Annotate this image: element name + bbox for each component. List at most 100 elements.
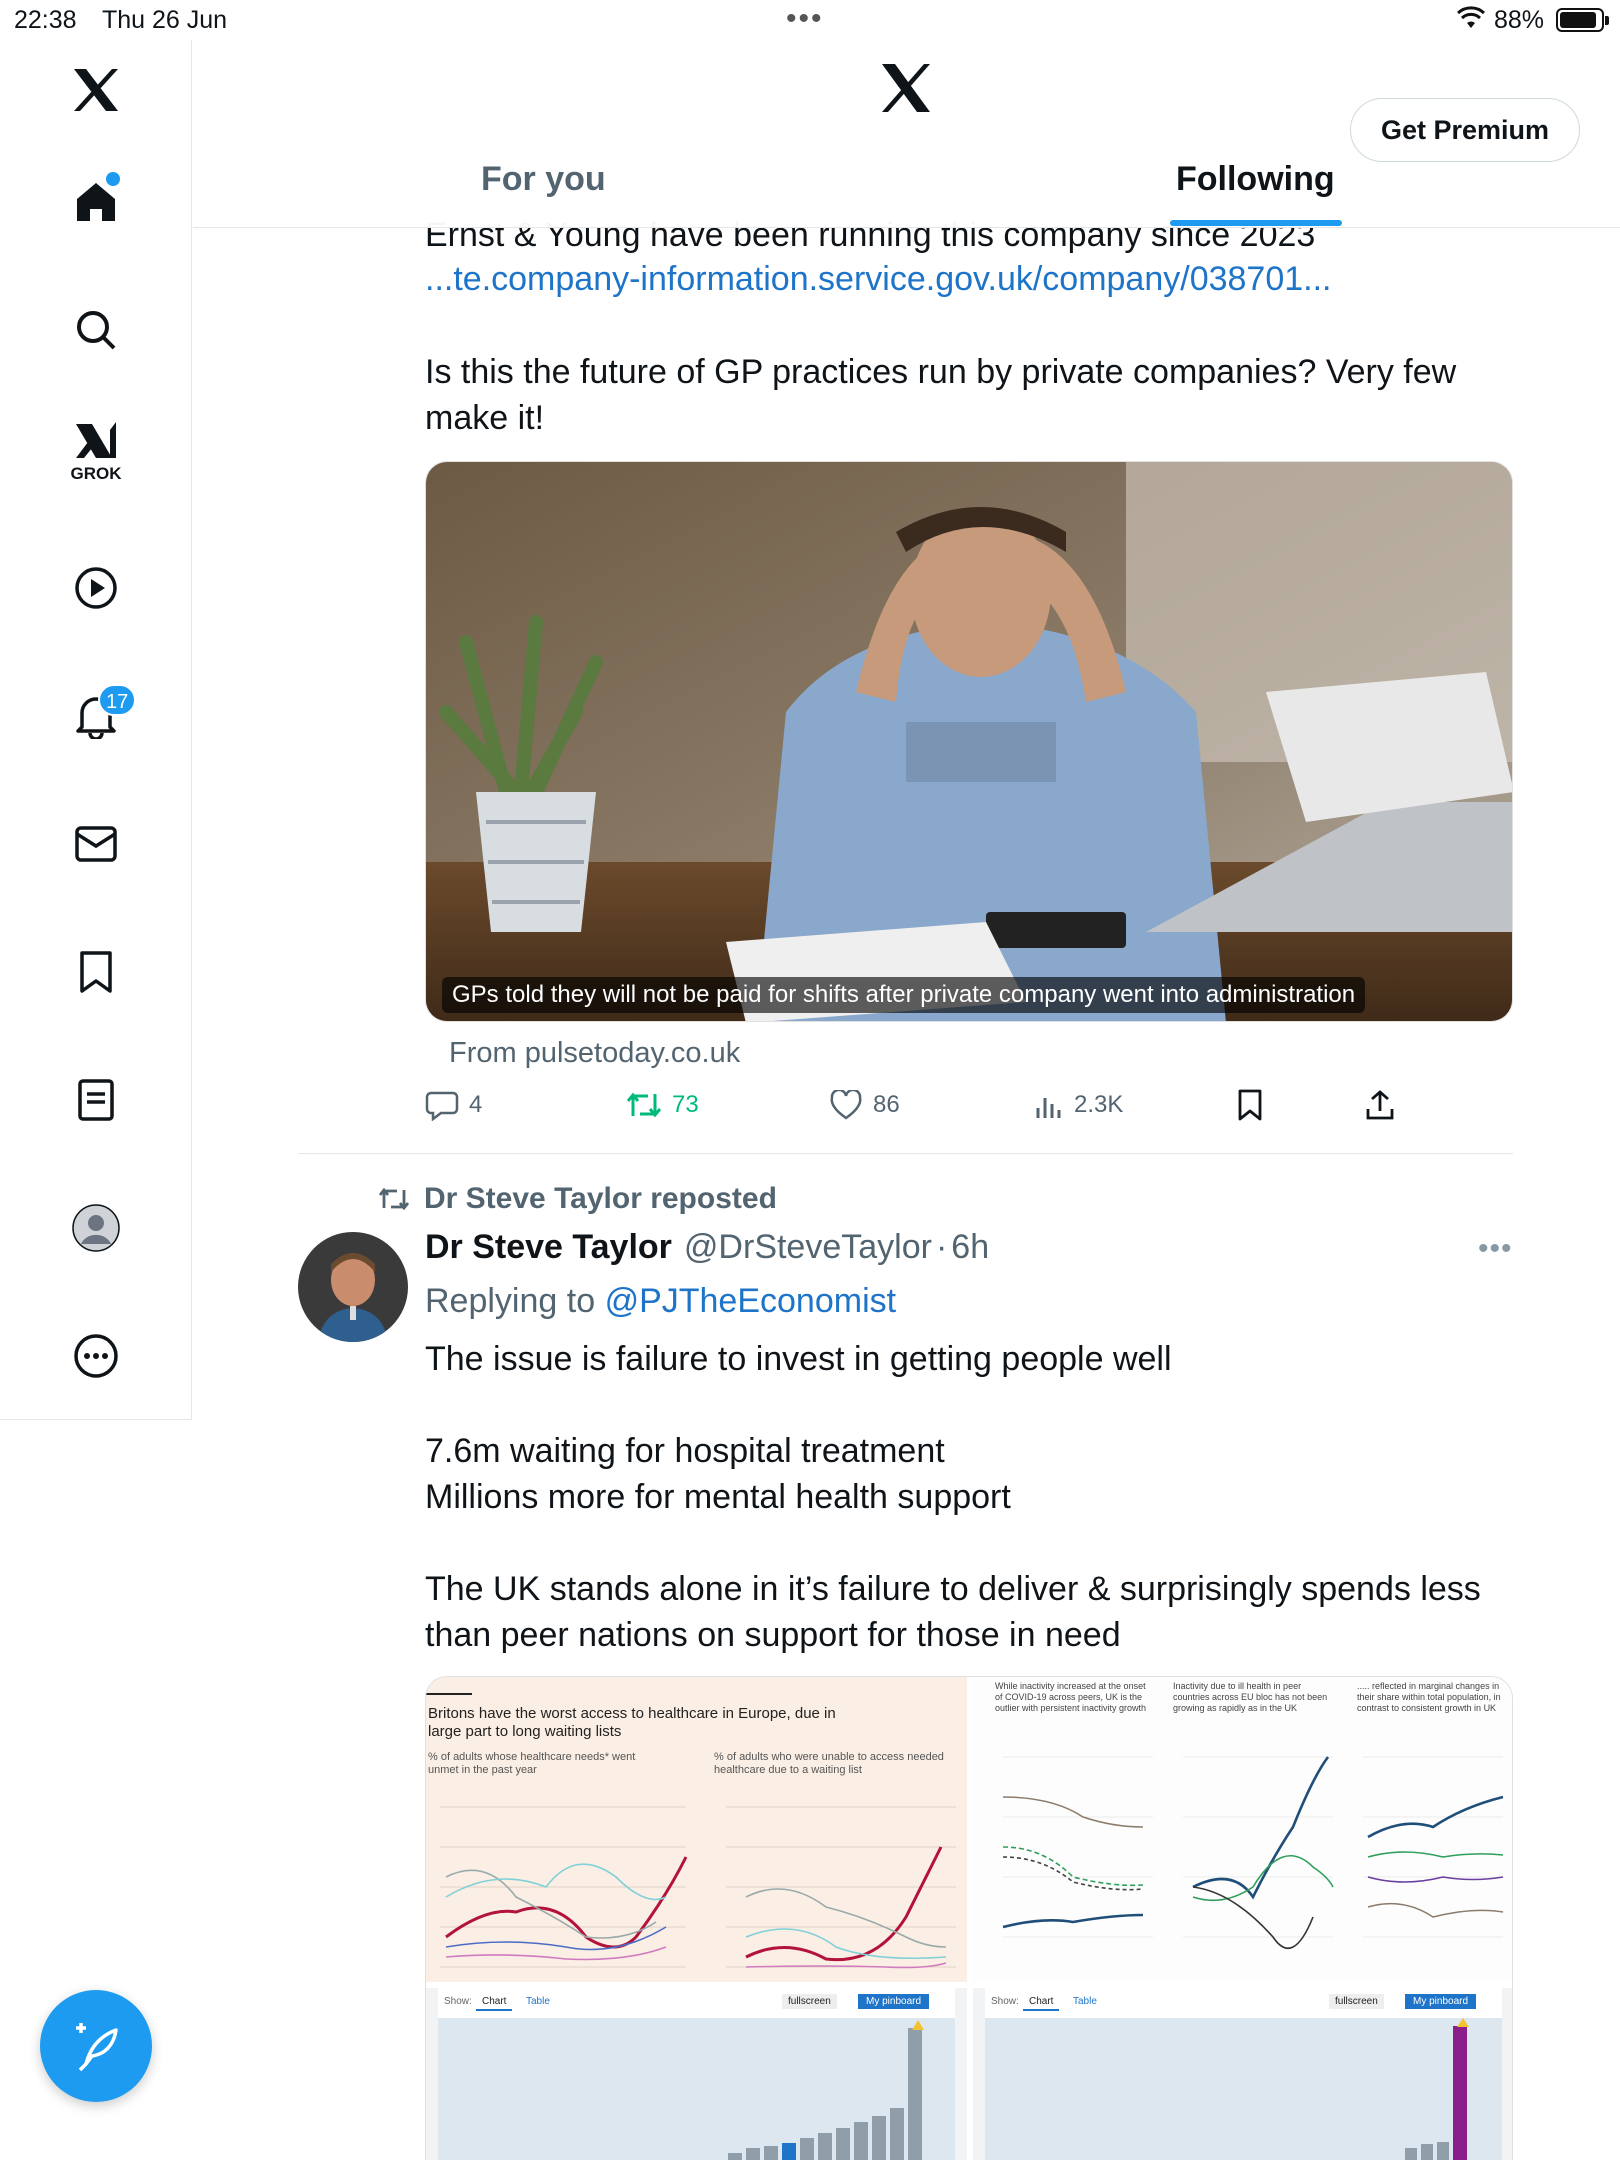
more-icon [74, 1334, 118, 1378]
wifi-icon [1456, 6, 1486, 37]
compose-feather-icon [76, 2023, 118, 2072]
repost-label: Dr Steve Taylor reposted [424, 1182, 777, 1215]
like-button[interactable]: 86 [829, 1085, 900, 1125]
views-icon [1036, 1098, 1061, 1118]
tweet2-line4: The UK stands alone in it’s failure to d… [425, 1570, 1481, 1608]
sidebar-item-search[interactable] [56, 290, 136, 370]
share-icon [1366, 1090, 1394, 1120]
bookmarks-icon [80, 951, 112, 993]
tweet-time[interactable]: 6h [951, 1228, 989, 1267]
notifications-badge: 17 [98, 684, 137, 716]
replying-to-line: Replying to @PJTheEconomist [425, 1278, 896, 1324]
reply-button[interactable]: 4 [425, 1085, 482, 1125]
battery-percent: 88% [1494, 6, 1545, 34]
status-bar: 22:38 Thu 26 Jun ••• 88% [0, 0, 1620, 40]
multitasking-dots-icon[interactable]: ••• [786, 2, 824, 36]
panel1-fullscreen[interactable]: fullscreen [782, 1994, 837, 2009]
status-date: Thu 26 Jun [102, 6, 228, 34]
tab-active-indicator [1170, 220, 1342, 226]
tweet1-body-line2: make it! [425, 399, 545, 437]
tweet2-line2: 7.6m waiting for hospital treatment [425, 1432, 945, 1470]
sidebar-item-messages[interactable] [56, 804, 136, 884]
header: Get Premium For you Following [193, 40, 1620, 228]
sidebar-item-notifications[interactable]: 17 [56, 676, 137, 756]
tweet2-line5: than peer nations on support for those i… [425, 1616, 1121, 1654]
chart1-lines [440, 1806, 956, 1969]
compose-button[interactable] [40, 1990, 152, 2102]
panel2-fullscreen[interactable]: fullscreen [1329, 1994, 1384, 2009]
like-count: 86 [873, 1091, 900, 1118]
chart2-head3: ..... reflected in marginal changes in t… [1357, 1681, 1501, 1713]
sidebar-item-grok[interactable]: GROK [56, 412, 136, 492]
x-header-logo-icon[interactable] [879, 62, 933, 119]
panel1-table-tab[interactable]: Table [526, 1996, 550, 2007]
media-inactivity-chart[interactable]: While inactivity increased at the onset … [973, 1677, 1512, 1982]
bar-chart-1-bars [438, 2018, 955, 2160]
tweet1-body-line1: Is this the future of GP practices run b… [425, 353, 1457, 391]
grok-label: GROK [70, 464, 122, 483]
bookmark-icon [1238, 1089, 1262, 1121]
repost-indicator[interactable]: Dr Steve Taylor reposted [378, 1182, 777, 1216]
repost-small-icon [378, 1187, 410, 1211]
tweet2-author-line: Dr Steve Taylor @DrSteveTaylor · 6h [425, 1228, 989, 1267]
sidebar-item-more[interactable] [56, 1316, 136, 1396]
sidebar-item-lists[interactable] [56, 1060, 136, 1140]
replying-to-link[interactable]: @PJTheEconomist [605, 1282, 897, 1320]
link-card-source[interactable]: From pulsetoday.co.uk [449, 1030, 740, 1076]
media-bar-chart-2[interactable]: Show: Chart Table fullscreen My pinboard [973, 1988, 1512, 2160]
panel2-table-tab[interactable]: Table [1073, 1996, 1097, 2007]
status-time: 22:38 [14, 6, 77, 34]
panel2-show: Show: [991, 1996, 1019, 2007]
panel1-pinboard[interactable]: My pinboard [858, 1994, 930, 2009]
author-handle[interactable]: @DrSteveTaylor [684, 1228, 932, 1267]
repost-icon [626, 1092, 662, 1118]
sidebar-item-home[interactable] [56, 162, 136, 242]
sidebar-item-bookmarks[interactable] [56, 932, 136, 1012]
tweet2-media-grid[interactable]: Britons have the worst access to healthc… [425, 1676, 1513, 2160]
reply-icon [425, 1091, 459, 1121]
reply-count: 4 [469, 1091, 483, 1118]
chart2-lines [1002, 1756, 1504, 1949]
x-logo-icon[interactable] [56, 50, 136, 130]
messages-icon [75, 826, 117, 862]
home-unread-dot [106, 172, 120, 186]
profile-icon [72, 1204, 120, 1252]
bookmark-button[interactable] [1236, 1085, 1264, 1125]
panel1-chart-tab[interactable]: Chart [476, 1994, 513, 2011]
media-ft-chart[interactable]: Britons have the worst access to healthc… [426, 1677, 967, 1982]
video-icon [75, 567, 117, 609]
repost-button[interactable]: 73 [626, 1085, 699, 1125]
media-bar-chart-1[interactable]: Show: Chart Table fullscreen My pinboard [426, 1988, 967, 2160]
tweet1-link[interactable]: ...te.company-information.service.gov.uk… [425, 256, 1332, 302]
share-button[interactable] [1364, 1085, 1396, 1125]
repost-count: 73 [672, 1091, 699, 1118]
chart1-sub-left: % of adults whose healthcare needs* went… [428, 1751, 636, 1776]
separator-dot: · [935, 1228, 948, 1266]
views-button[interactable]: 2.3K [1034, 1085, 1123, 1125]
tab-for-you[interactable]: For you [481, 160, 606, 230]
bar-chart-2-bars [985, 2018, 1502, 2160]
panel1-show: Show: [444, 1996, 472, 2007]
link-card-image[interactable]: GPs told they will not be paid for shift… [425, 461, 1513, 1022]
more-options-icon[interactable]: ••• [1478, 1232, 1513, 1266]
sidebar-item-profile[interactable] [56, 1188, 136, 1268]
panel2-chart-tab[interactable]: Chart [1023, 1994, 1060, 2011]
panel2-pinboard[interactable]: My pinboard [1405, 1994, 1477, 2009]
views-count: 2.3K [1074, 1091, 1124, 1118]
get-premium-button[interactable]: Get Premium [1350, 98, 1580, 162]
author-name[interactable]: Dr Steve Taylor [425, 1228, 672, 1267]
chart2-head2: Inactivity due to ill health in peer cou… [1173, 1681, 1328, 1713]
grok-icon [76, 422, 116, 458]
tweet-divider [298, 1153, 1513, 1154]
chart1-title: Britons have the worst access to healthc… [428, 1705, 836, 1740]
heart-icon [830, 1090, 862, 1120]
stressed-man-photo [426, 462, 1512, 1021]
tweet2-line3: Millions more for mental health support [425, 1478, 1011, 1516]
chart1-sub-right: % of adults who were unable to access ne… [714, 1751, 944, 1776]
lists-icon [78, 1079, 114, 1121]
replying-prefix: Replying to [425, 1282, 596, 1320]
tweet2-line1: The issue is failure to invest in gettin… [425, 1340, 1172, 1378]
avatar[interactable] [298, 1232, 408, 1342]
chart2-head1: While inactivity increased at the onset … [995, 1681, 1147, 1713]
sidebar-item-video[interactable] [56, 548, 136, 628]
